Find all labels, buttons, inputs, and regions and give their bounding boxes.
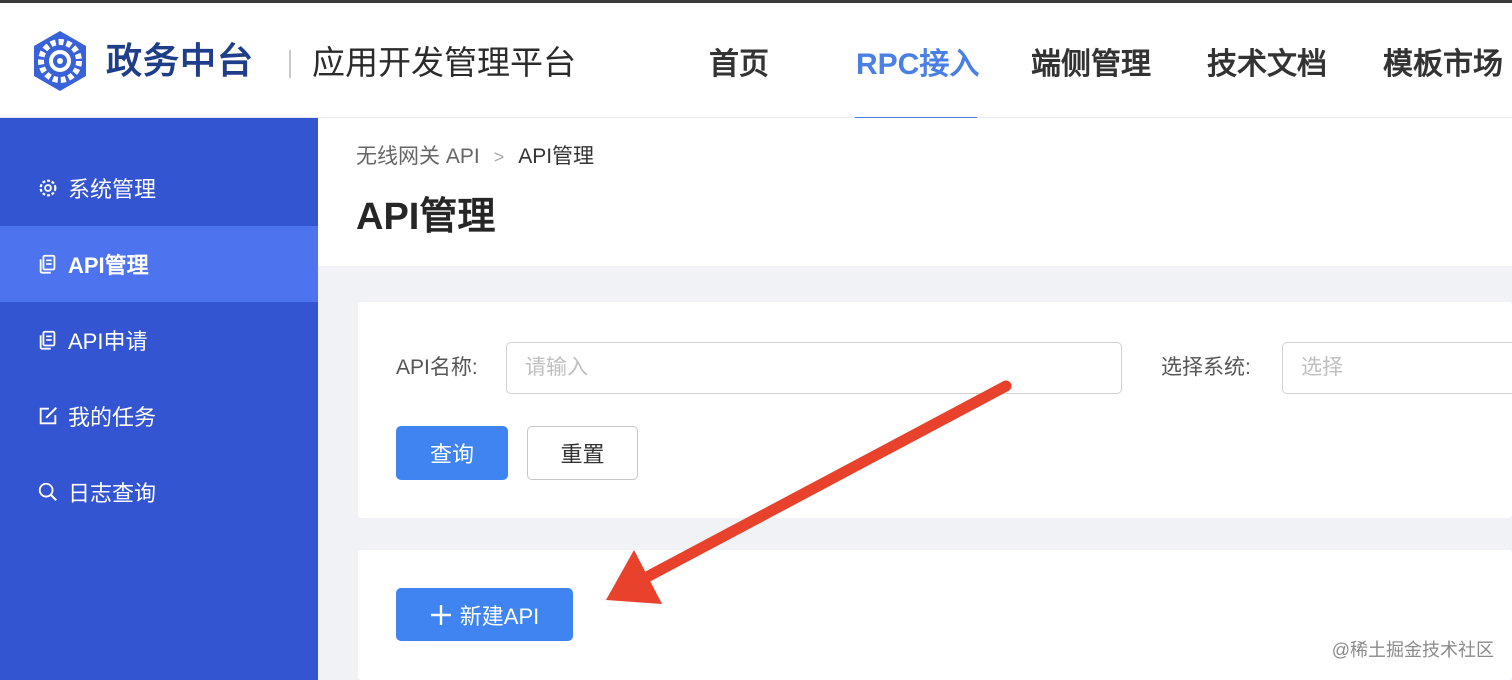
reset-button[interactable]: 重置 — [527, 426, 638, 480]
page-header: 无线网关 API > API管理 API管理 — [318, 118, 1512, 266]
nav-tech-docs[interactable]: 技术文档 — [1207, 43, 1327, 87]
sidebar-item-log-query[interactable]: 日志查询 — [0, 454, 318, 530]
breadcrumb: 无线网关 API > API管理 — [356, 144, 594, 170]
edit-icon — [36, 404, 60, 428]
sidebar: 系统管理 API管理 API申请 我的任务 日志查询 — [0, 118, 318, 680]
breadcrumb-current: API管理 — [518, 145, 595, 168]
search-form-card: API名称: 选择系统: 查询 重置 — [358, 302, 1512, 518]
document-copy-icon — [36, 328, 60, 352]
plus-icon — [430, 604, 452, 626]
sidebar-item-label: 日志查询 — [68, 481, 157, 506]
page-title: API管理 — [356, 196, 496, 238]
top-header: 政务中台 应用开发管理平台 首页 RPC接入 端侧管理 技术文档 模板市场 — [0, 0, 1512, 121]
logo-icon[interactable] — [28, 29, 92, 93]
sidebar-item-api-application[interactable]: API申请 — [0, 302, 318, 378]
api-name-label: API名称: — [396, 356, 478, 379]
nav-template-market[interactable]: 模板市场 — [1383, 43, 1503, 87]
new-api-label: 新建API — [459, 603, 540, 629]
sidebar-item-system-management[interactable]: 系统管理 — [0, 150, 318, 226]
breadcrumb-parent[interactable]: 无线网关 API — [356, 145, 480, 168]
sidebar-item-label: 系统管理 — [68, 177, 157, 202]
sidebar-item-api-management[interactable]: API管理 — [0, 226, 318, 302]
document-copy-icon — [36, 252, 60, 276]
query-button[interactable]: 查询 — [396, 426, 508, 480]
sidebar-item-my-tasks[interactable]: 我的任务 — [0, 378, 318, 454]
api-name-input[interactable] — [506, 342, 1122, 394]
search-icon — [36, 480, 60, 504]
sidebar-item-label: API申请 — [68, 329, 148, 354]
brand-name[interactable]: 政务中台 — [106, 39, 254, 83]
system-select[interactable] — [1282, 342, 1512, 394]
breadcrumb-separator-icon: > — [493, 147, 505, 167]
sidebar-item-label: 我的任务 — [68, 405, 157, 430]
gear-icon — [36, 176, 60, 200]
sidebar-item-label: API管理 — [68, 253, 149, 278]
nav-client-management[interactable]: 端侧管理 — [1031, 43, 1151, 87]
brand-divider — [289, 50, 291, 78]
watermark-text: @稀土掘金技术社区 — [1331, 640, 1494, 660]
nav-home[interactable]: 首页 — [709, 43, 769, 87]
new-api-button[interactable]: 新建API — [396, 588, 573, 641]
system-select-label: 选择系统: — [1161, 356, 1251, 379]
brand-subtitle: 应用开发管理平台 — [312, 44, 576, 81]
nav-rpc-access[interactable]: RPC接入 — [856, 43, 979, 87]
